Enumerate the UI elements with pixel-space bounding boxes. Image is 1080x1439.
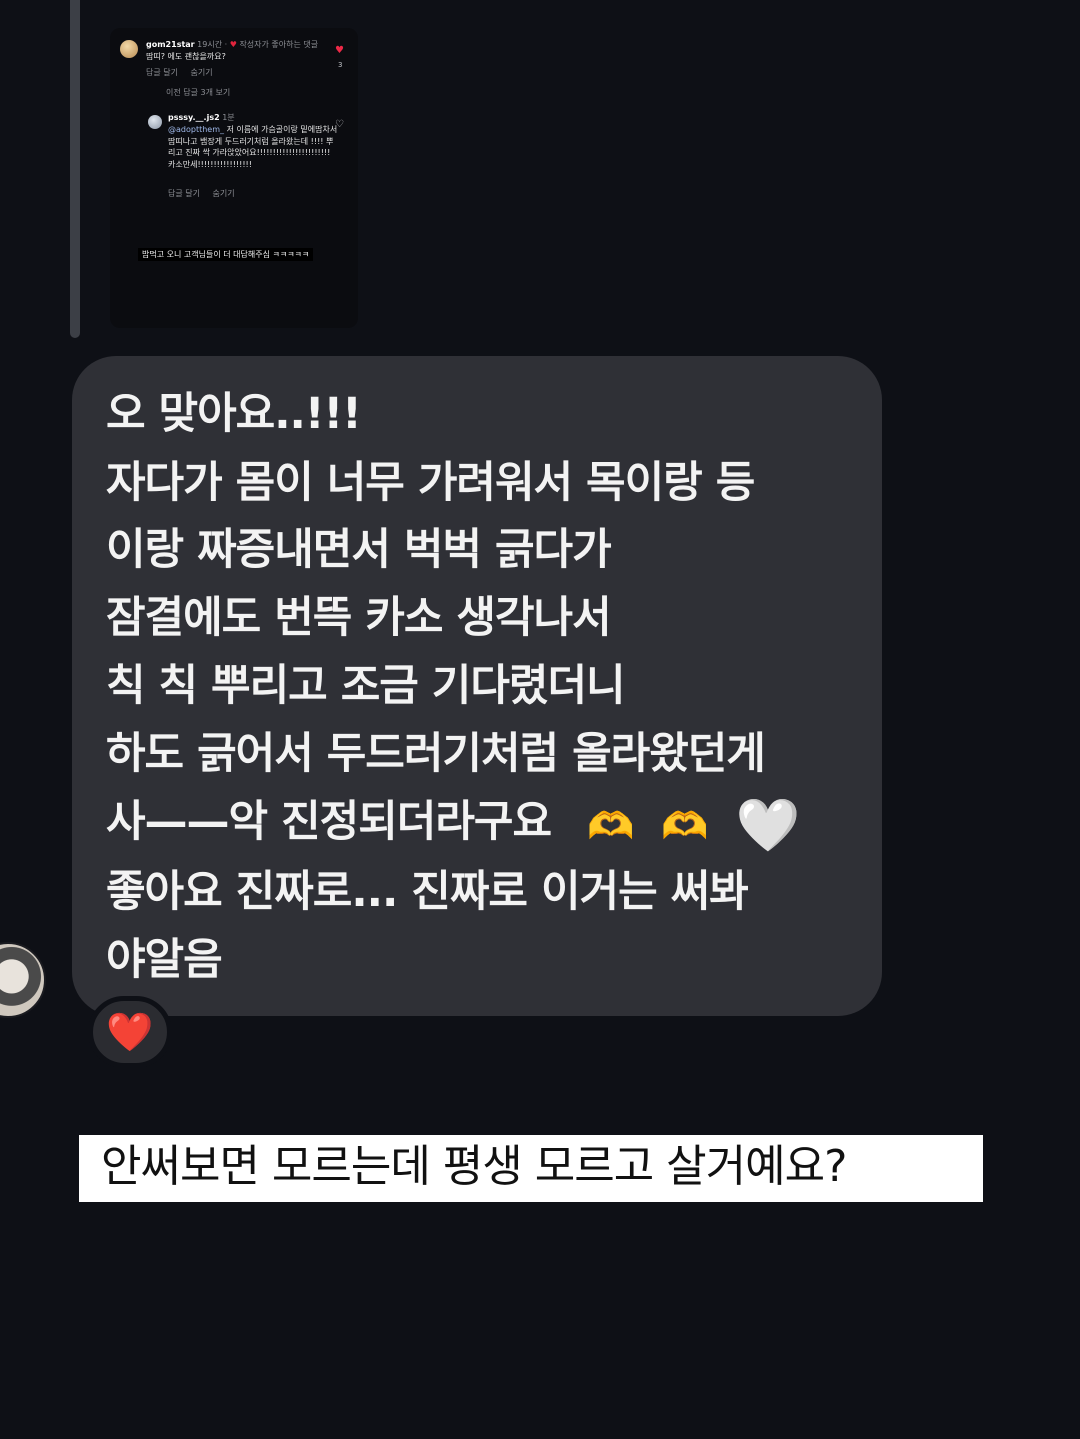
dm-screen: gom21star 19시간 · ♥ 작성자가 좋아하는 댓글 땀띠? 에도 괜… bbox=[0, 0, 1080, 1439]
comment-like-heart-icon[interactable]: ♥ bbox=[335, 46, 344, 56]
message-line-7-text: 사——악 진정되더라구요 bbox=[106, 797, 552, 847]
message-line-1: 오 맞아요..!!! bbox=[106, 389, 362, 439]
message-line-7: 사——악 진정되더라구요 🫶 🫶 🤍 bbox=[106, 795, 801, 856]
message-line-3: 이랑 짜증내면서 벅벅 긁다가 bbox=[106, 525, 612, 575]
reply-like-heart-icon[interactable]: ♡ bbox=[335, 120, 344, 130]
reaction-badge[interactable]: ❤️ bbox=[88, 996, 172, 1068]
message-line-5: 칙 칙 뿌리고 조금 기다렸더니 bbox=[106, 661, 626, 711]
reply-reply-button[interactable]: 답글 달기 bbox=[168, 189, 200, 198]
overlay-caption-box: 안써보면 모르는데 평생 모르고 살거예요? bbox=[79, 1135, 983, 1202]
message-line-2: 자다가 몸이 너무 가려워서 목이랑 등 bbox=[106, 458, 755, 508]
comment-like-count: 3 bbox=[338, 61, 343, 69]
reply-header: psssy.__.js2 1분 bbox=[168, 112, 235, 123]
message-bubble[interactable]: 오 맞아요..!!! 자다가 몸이 너무 가려워서 목이랑 등 이랑 짜증내면서… bbox=[72, 356, 882, 1016]
comment-username: gom21star bbox=[146, 40, 195, 49]
comment-header: gom21star 19시간 · ♥ 작성자가 좋아하는 댓글 bbox=[146, 40, 319, 49]
message-line-8: 좋아요 진짜로... 진짜로 이거는 써봐 bbox=[106, 867, 749, 917]
reply-mention[interactable]: @adoptthem_ bbox=[168, 125, 224, 134]
commenter-avatar bbox=[120, 40, 138, 58]
comment-hide-button[interactable]: 숨기기 bbox=[191, 68, 213, 77]
creator-liked-label: 작성자가 좋아하는 댓글 bbox=[239, 40, 319, 49]
reply-username: psssy.__.js2 bbox=[168, 113, 220, 122]
comment-actions: 답글 달기 숨기기 bbox=[146, 67, 213, 78]
red-heart-icon: ❤️ bbox=[106, 1010, 154, 1054]
reply-thread-line bbox=[70, 0, 80, 338]
overlay-caption: 안써보면 모르는데 평생 모르고 살거예요? bbox=[101, 1141, 847, 1192]
reply-actions: 답글 달기 숨기기 bbox=[168, 188, 235, 199]
replier-avatar bbox=[148, 115, 162, 129]
shared-post-preview[interactable]: gom21star 19시간 · ♥ 작성자가 좋아하는 댓글 땀띠? 에도 괜… bbox=[110, 28, 358, 328]
heart-hands-icon: 🫶 bbox=[587, 803, 634, 848]
sender-avatar[interactable] bbox=[0, 942, 46, 1018]
emoji-group: 🫶 🫶 🤍 bbox=[587, 795, 801, 856]
message-line-9: 야알음 bbox=[106, 935, 223, 985]
comment-text: 땀띠? 에도 괜찮을까요? bbox=[146, 52, 226, 61]
post-caption: 밥먹고 오니 고객님들이 더 대답해주심 ㅋㅋㅋㅋㅋ bbox=[138, 248, 314, 261]
creator-heart-icon: ♥ bbox=[229, 40, 237, 49]
comment-time: 19시간 bbox=[197, 40, 223, 49]
white-heart-icon: 🤍 bbox=[735, 795, 801, 856]
comment-reply-button[interactable]: 답글 달기 bbox=[146, 68, 178, 77]
reply-text-block: @adoptthem_ 저 이름에 가슴골이랑 밑에땀차서 땀띠나고 뱀장게 두… bbox=[168, 124, 338, 170]
message-line-6: 하도 긁어서 두드러기처럼 올라왔던게 bbox=[106, 729, 766, 779]
heart-hands-icon: 🫶 bbox=[661, 803, 708, 848]
view-previous-replies[interactable]: 이전 답글 3개 보기 bbox=[166, 87, 230, 98]
message-line-4: 잠결에도 번뜩 카소 생각나서 bbox=[106, 593, 612, 643]
reply-hide-button[interactable]: 숨기기 bbox=[213, 189, 235, 198]
reply-time: 1분 bbox=[222, 113, 235, 122]
